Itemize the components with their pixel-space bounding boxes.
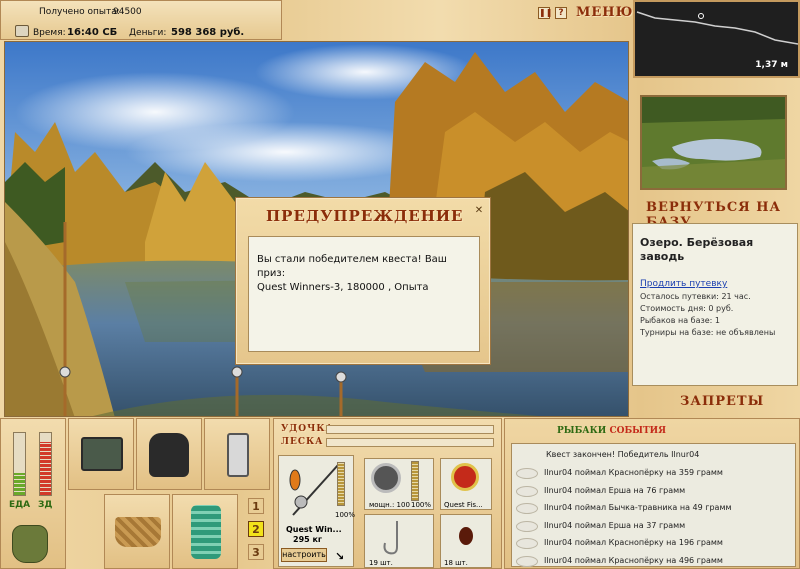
health-fill [40, 442, 51, 495]
line-durability-bar [326, 438, 494, 447]
rod-level-bar [337, 462, 345, 506]
event-text: Ilnur04 поймал Краснопёрку на 496 грамм [544, 555, 723, 565]
phone-icon [227, 433, 249, 477]
event-text: Ilnur04 поймал Бычка-травника на 49 грам… [544, 503, 732, 512]
tab-fishermen[interactable]: РЫБАКИ [557, 426, 606, 436]
depth-value: 1,37 м [755, 60, 788, 70]
events-panel: РЫБАКИ СОБЫТИЯ Квест закончен! Победител… [504, 418, 800, 569]
dialog-message-line2: Quest Winners-3, 180000 , Опыта [257, 282, 429, 293]
location-line-0: Осталось путевки: 21 час. [640, 292, 751, 301]
reel-icon [371, 463, 401, 493]
keepnet-icon [191, 505, 221, 559]
reel-power: мощн.: 100 [369, 501, 410, 509]
fish-icon [516, 555, 538, 567]
event-row: Ilnur04 поймал Бычка-травника на 49 грам… [512, 499, 795, 517]
pause-button[interactable]: ❚❚ [538, 7, 552, 19]
location-line-2: Рыбаков на базе: 1 [640, 316, 720, 325]
player-status-bar: Получено опыта: 94500 Время: 16:40 СБ Де… [0, 0, 282, 40]
event-row: Ilnur04 поймал Краснопёрку на 496 грамм [512, 552, 795, 569]
events-header: Квест закончен! Победитель Ilnur04 [546, 450, 700, 459]
food-meter [13, 432, 26, 496]
depth-sonar: 1,37 м [633, 0, 800, 78]
fish-icon [516, 503, 538, 514]
dialog-title: ПРЕДУПРЕЖДЕНИЕ [266, 207, 464, 225]
dialog-message: Вы стали победителем квеста! Ваш приз: Q… [248, 236, 480, 352]
rod-slot-3-button[interactable]: 3 [248, 544, 264, 560]
event-row: Ilnur04 поймал Краснопёрку на 196 грамм [512, 534, 795, 552]
rod-weight: 295 кг [293, 535, 323, 544]
hook-slot[interactable]: 19 шт. [364, 514, 434, 568]
location-line-1: Стоимость дня: 0 руб. [640, 304, 734, 313]
basket-slot[interactable] [104, 494, 170, 569]
phone-slot[interactable] [204, 418, 270, 490]
exp-label: Получено опыта: [39, 7, 120, 17]
fish-icon [516, 468, 538, 479]
event-text: Ilnur04 поймал Краснопёрку на 196 грамм [544, 538, 723, 547]
tackle-box-slot[interactable] [68, 418, 134, 490]
event-row: Ilnur04 поймал Ерша на 37 грамм [512, 517, 795, 535]
dialog-message-line1: Вы стали победителем квеста! Ваш приз: [257, 254, 447, 279]
money-label: Деньги: [129, 28, 167, 38]
event-text: Ilnur04 поймал Ерша на 76 грамм [544, 485, 686, 495]
lure-icon [451, 463, 479, 491]
fish-icon [516, 538, 538, 549]
lure-slot[interactable]: Quest Fis... [440, 458, 492, 510]
tab-events[interactable]: СОБЫТИЯ [609, 426, 666, 436]
exp-value: 94500 [113, 7, 142, 17]
rod-icon [289, 464, 339, 516]
warning-dialog: ПРЕДУПРЕЖДЕНИЕ ✕ Вы стали победителем кв… [235, 197, 491, 365]
keepnet-slot[interactable] [172, 494, 238, 569]
food-label: ЕДА [9, 500, 31, 510]
event-text: Ilnur04 поймал Ерша на 37 грамм [544, 520, 686, 530]
bait-slot[interactable]: 18 шт. [440, 514, 492, 568]
line-label: ЛЕСКА [281, 437, 324, 447]
location-name: Озеро. Берёзовая заводь [640, 236, 754, 263]
fish-icon [516, 485, 538, 497]
bans-button[interactable]: ЗАПРЕТЫ [680, 394, 764, 409]
rod-slot-2-button[interactable]: 2 [248, 521, 264, 537]
location-info-panel: Озеро. Берёзовая заводь Продлить путевку… [632, 223, 798, 386]
extend-pass-link[interactable]: Продлить путевку [640, 279, 727, 289]
health-meter [39, 432, 52, 496]
basket-icon [115, 517, 161, 547]
help-button[interactable]: ? [555, 7, 567, 19]
hook-count: 19 шт. [369, 559, 393, 567]
time-value: 16:40 СБ [67, 27, 118, 38]
bait-icon [459, 527, 473, 545]
setup-button[interactable]: настроить [281, 548, 327, 562]
rod-name: Quest Win... [286, 525, 342, 534]
arrow-icon: ↘ [335, 550, 345, 563]
time-label: Время: [33, 28, 66, 38]
rod-slot-1-button[interactable]: 1 [248, 498, 264, 514]
bait-count: 18 шт. [444, 559, 468, 567]
rod-slot[interactable]: 100% Quest Win... 295 кг настроить ↘ [278, 455, 356, 567]
reel-slot[interactable]: мощн.: 100 100% [364, 458, 434, 510]
reel-percent: 100% [411, 501, 432, 509]
fish-icon [516, 520, 538, 532]
food-fill [14, 473, 25, 495]
events-list: Квест закончен! Победитель Ilnur04 Ilnur… [511, 443, 796, 567]
tackle-box-icon [81, 437, 123, 471]
events-tabs: РЫБАКИ СОБЫТИЯ [557, 426, 666, 436]
event-row: Ilnur04 поймал Ерша на 76 грамм [512, 482, 795, 500]
health-label: ЗД [38, 500, 53, 510]
rod-percent: 100% [335, 511, 356, 519]
backpack-slot[interactable] [136, 418, 202, 490]
money-value: 598 368 руб. [171, 27, 245, 38]
location-thumbnail-image [642, 97, 785, 188]
reel-level-bar [411, 461, 419, 501]
location-thumbnail[interactable] [640, 95, 787, 190]
menu-button[interactable]: МЕНЮ [576, 5, 633, 20]
event-text: Ilnur04 поймал Краснопёрку на 359 грамм [544, 468, 723, 477]
toggle-icon[interactable] [15, 25, 29, 37]
lure-name: Quest Fis... [444, 501, 483, 509]
hook-icon [383, 521, 398, 555]
backpack-bag-icon[interactable] [12, 525, 48, 563]
location-line-3: Турниры на базе: не объявлены [640, 328, 776, 337]
event-row: Ilnur04 поймал Краснопёрку на 359 грамм [512, 464, 795, 482]
rod-durability-bar [326, 425, 494, 434]
close-icon[interactable]: ✕ [472, 204, 486, 218]
backpack-icon [149, 433, 189, 477]
